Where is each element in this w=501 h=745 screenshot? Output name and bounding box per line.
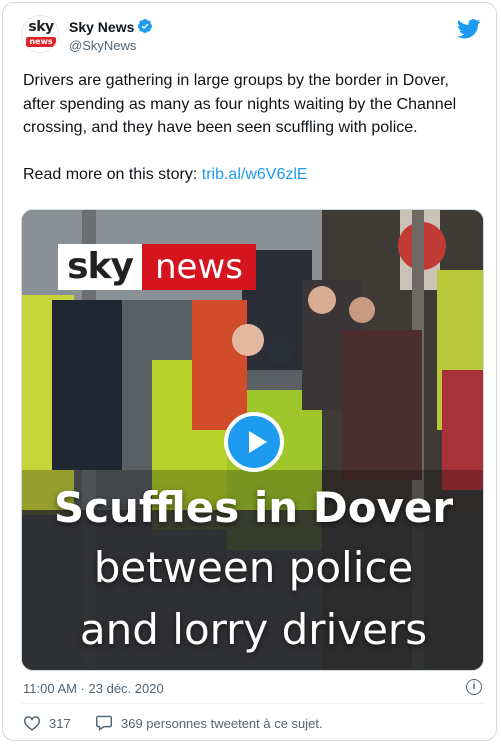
read-more-line: Read more on this story: trib.al/w6V6zlE — [23, 163, 485, 187]
tweet-text: Drivers are gathering in large groups by… — [23, 69, 485, 187]
story-link[interactable]: trib.al/w6V6zlE — [202, 166, 308, 183]
tweet-header: sky news Sky News @SkyNews — [21, 15, 481, 55]
avatar-logo-news: news — [26, 37, 56, 47]
info-icon[interactable]: i — [466, 679, 482, 695]
caption-line-3: and lorry drivers — [79, 605, 428, 654]
speech-bubble-icon — [96, 715, 112, 731]
verified-badge-icon — [138, 19, 153, 33]
play-icon — [228, 416, 280, 468]
avatar[interactable]: sky news — [21, 15, 59, 53]
tweet-card[interactable]: sky news Sky News @SkyNews Drivers are g… — [2, 2, 497, 741]
heart-icon — [24, 716, 40, 731]
tweet-body: Drivers are gathering in large groups by… — [23, 72, 457, 136]
retweet-text: 369 personnes tweetent à ce sujet. — [121, 716, 323, 731]
play-button[interactable] — [224, 412, 284, 472]
conversation-button[interactable]: 369 personnes tweetent à ce sujet. — [95, 715, 323, 731]
tweet-timestamp[interactable]: 11:00 AM · 23 déc. 2020 — [23, 681, 164, 696]
like-button[interactable]: 317 — [23, 715, 71, 731]
read-more-label: Read more on this story: — [23, 166, 202, 183]
caption-line-1: Scuffles in Dover — [53, 483, 454, 532]
divider — [21, 703, 484, 704]
account-name[interactable]: Sky News — [69, 18, 153, 35]
sky-news-logo: sky news — [58, 244, 256, 290]
account-handle[interactable]: @SkyNews — [69, 38, 136, 53]
like-count: 317 — [49, 716, 71, 731]
caption-line-2: between police — [93, 543, 414, 592]
twitter-bird-icon[interactable] — [457, 19, 481, 39]
brand-sky: sky — [67, 246, 134, 287]
video-thumbnail[interactable]: sky news Scuffles in Dover between polic… — [21, 209, 484, 671]
brand-news: news — [155, 247, 243, 287]
avatar-logo-sky: sky — [28, 19, 54, 35]
